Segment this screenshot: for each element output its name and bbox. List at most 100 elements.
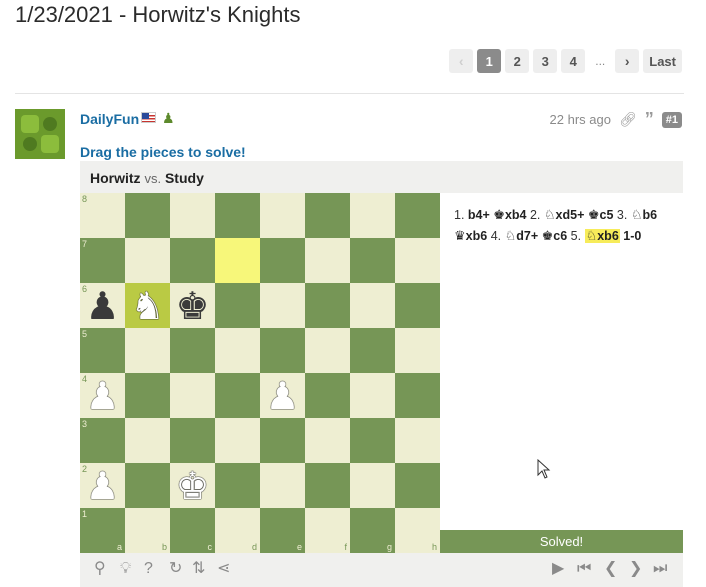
square-f8[interactable] (305, 193, 350, 238)
help-icon[interactable]: ? (144, 561, 153, 577)
square-f5[interactable] (305, 328, 350, 373)
square-h4[interactable] (395, 373, 440, 418)
square-a2[interactable]: 2 ♟ (80, 463, 125, 508)
square-h2[interactable] (395, 463, 440, 508)
square-a7[interactable]: 7 (80, 238, 125, 283)
move-white[interactable]: ♘d7+ (505, 229, 539, 244)
first-move-icon[interactable]: ⏮ (577, 561, 591, 577)
square-c4[interactable] (170, 373, 215, 418)
square-f3[interactable] (305, 418, 350, 463)
square-b5[interactable] (125, 328, 170, 373)
white-pawn-a2-icon[interactable]: ♟ (85, 467, 119, 505)
last-page-button[interactable]: Last (643, 49, 682, 73)
square-f2[interactable] (305, 463, 350, 508)
square-e6[interactable] (260, 283, 305, 328)
chess-board[interactable]: 8 7 6 ♟ ♞ ♚ 5 4 ♟ ♟ 3 2 ♟ ♚ 1 a b c d e f g h (80, 193, 440, 553)
square-b6[interactable]: ♞ (125, 283, 170, 328)
square-g7[interactable] (350, 238, 395, 283)
move-white[interactable]: ♘b6 (631, 208, 657, 223)
move-black[interactable]: ♚c5 (588, 208, 614, 223)
last-move-icon[interactable]: ⏭ (653, 561, 667, 577)
hint-icon[interactable]: 💡︎ (120, 561, 131, 577)
move-black[interactable]: ♛xb6 (454, 229, 487, 244)
square-a4[interactable]: 4 ♟ (80, 373, 125, 418)
quote-icon[interactable]: ” (645, 109, 654, 130)
square-b2[interactable] (125, 463, 170, 508)
flip-board-icon[interactable]: ⇅ (192, 561, 205, 577)
next-page-button[interactable]: › (615, 49, 640, 73)
square-e1[interactable]: e (260, 508, 305, 553)
square-e5[interactable] (260, 328, 305, 373)
square-a8[interactable]: 8 (80, 193, 125, 238)
square-g8[interactable] (350, 193, 395, 238)
square-g4[interactable] (350, 373, 395, 418)
white-knight-b6-icon[interactable]: ♞ (130, 287, 164, 325)
avatar[interactable] (15, 109, 65, 159)
square-h6[interactable] (395, 283, 440, 328)
previous-move-icon[interactable]: ❮ (604, 561, 617, 577)
move-white[interactable]: ♘xd5+ (544, 208, 585, 223)
square-a3[interactable]: 3 (80, 418, 125, 463)
square-g5[interactable] (350, 328, 395, 373)
square-h7[interactable] (395, 238, 440, 283)
square-c8[interactable] (170, 193, 215, 238)
square-c5[interactable] (170, 328, 215, 373)
square-d5[interactable] (215, 328, 260, 373)
move-black[interactable]: ♚c6 (542, 229, 568, 244)
square-e2[interactable] (260, 463, 305, 508)
square-d2[interactable] (215, 463, 260, 508)
square-d1[interactable]: d (215, 508, 260, 553)
move-white[interactable]: b4+ (468, 208, 490, 222)
white-pawn-e4-icon[interactable]: ♟ (265, 377, 299, 415)
square-c2[interactable]: ♚ (170, 463, 215, 508)
square-d8[interactable] (215, 193, 260, 238)
link-icon[interactable]: 🔗︎ (619, 111, 637, 128)
square-d4[interactable] (215, 373, 260, 418)
square-e7[interactable] (260, 238, 305, 283)
square-c7[interactable] (170, 238, 215, 283)
square-e3[interactable] (260, 418, 305, 463)
page-button-4[interactable]: 4 (561, 49, 586, 73)
black-king-c6-icon[interactable]: ♚ (175, 287, 209, 325)
square-c1[interactable]: c (170, 508, 215, 553)
square-c3[interactable] (170, 418, 215, 463)
square-b4[interactable] (125, 373, 170, 418)
square-g6[interactable] (350, 283, 395, 328)
square-h1[interactable]: h (395, 508, 440, 553)
square-e4[interactable]: ♟ (260, 373, 305, 418)
prev-page-button[interactable]: ‹ (449, 49, 474, 73)
square-b1[interactable]: b (125, 508, 170, 553)
page-button-3[interactable]: 3 (533, 49, 558, 73)
square-d6[interactable] (215, 283, 260, 328)
reset-icon[interactable]: ↻ (169, 561, 182, 577)
post-number-badge[interactable]: #1 (661, 111, 682, 128)
square-f7[interactable] (305, 238, 350, 283)
square-b8[interactable] (125, 193, 170, 238)
square-e8[interactable] (260, 193, 305, 238)
white-king-c2-icon[interactable]: ♚ (175, 467, 209, 505)
square-d7[interactable] (215, 238, 260, 283)
play-icon[interactable]: ▶ (552, 561, 564, 577)
square-h5[interactable] (395, 328, 440, 373)
white-pawn-a4-icon[interactable]: ♟ (85, 377, 119, 415)
square-g3[interactable] (350, 418, 395, 463)
username-link[interactable]: DailyFun (80, 111, 139, 127)
square-f6[interactable] (305, 283, 350, 328)
square-f4[interactable] (305, 373, 350, 418)
square-a5[interactable]: 5 (80, 328, 125, 373)
next-move-icon[interactable]: ❯ (629, 561, 642, 577)
page-button-1[interactable]: 1 (477, 49, 502, 73)
square-a1[interactable]: 1a (80, 508, 125, 553)
page-button-2[interactable]: 2 (505, 49, 530, 73)
analysis-icon[interactable]: ⚲ (94, 561, 106, 577)
square-d3[interactable] (215, 418, 260, 463)
square-h3[interactable] (395, 418, 440, 463)
move-black[interactable]: ♚xb4 (493, 208, 526, 223)
share-icon[interactable]: ⋖ (217, 561, 230, 577)
square-h8[interactable] (395, 193, 440, 238)
square-g2[interactable] (350, 463, 395, 508)
square-b3[interactable] (125, 418, 170, 463)
move-white[interactable]: ♘xb6 (584, 229, 620, 244)
square-a6[interactable]: 6 ♟ (80, 283, 125, 328)
square-c6[interactable]: ♚ (170, 283, 215, 328)
